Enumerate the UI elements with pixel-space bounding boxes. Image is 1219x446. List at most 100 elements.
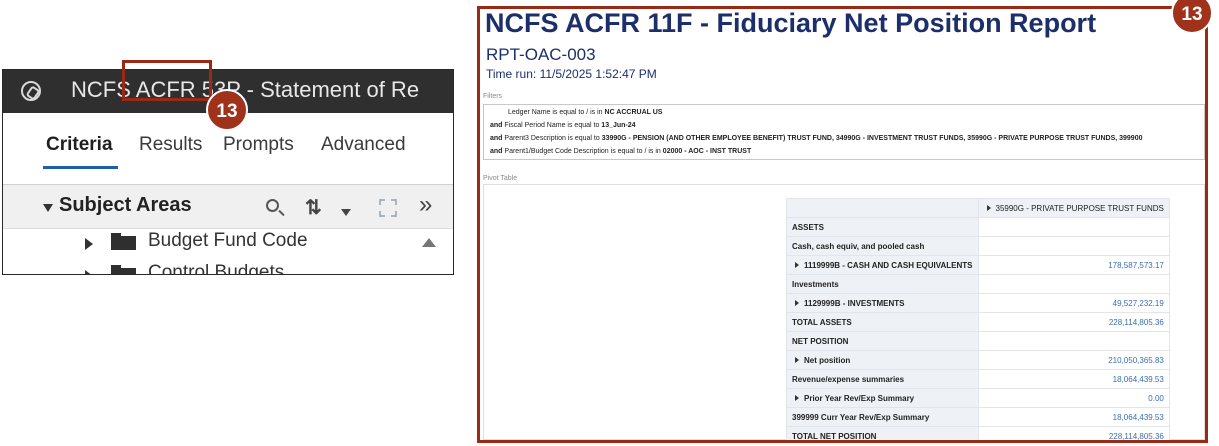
pivot-row-label: TOTAL NET POSITION — [786, 426, 979, 441]
filter-text: Parent1/Budget Code Description is equal… — [504, 148, 661, 155]
row-label-text: Investments — [792, 279, 839, 289]
tab-prompts[interactable]: Prompts — [223, 133, 294, 157]
pivot-header-row: 35990G - PRIVATE PURPOSE TRUST FUNDS — [786, 198, 1170, 218]
pivot-value-cell — [977, 236, 1170, 256]
pivot-row: NET POSITION — [786, 331, 1170, 351]
pivot-row-label: TOTAL ASSETS — [786, 312, 979, 332]
pivot-value-cell[interactable]: 18,064,439.53 — [977, 369, 1170, 389]
expand-arrow-icon[interactable] — [795, 357, 799, 364]
pivot-row-label[interactable]: 1119999B - CASH AND CASH EQUIVALENTS — [786, 255, 979, 275]
row-label-text: Prior Year Rev/Exp Summary — [804, 393, 915, 403]
subject-areas-title: Subject Areas — [59, 194, 192, 216]
pivot-corner-cell — [786, 198, 979, 218]
filter-value: 33990G - PENSION (AND OTHER EMPLOYEE BEN… — [601, 135, 1143, 142]
scroll-up-arrow-icon[interactable] — [422, 238, 436, 247]
subject-areas-header: Subject Areas ⇅ » — [3, 185, 453, 229]
tab-results[interactable]: Results — [139, 133, 202, 157]
row-label-text: 1129999B - INVESTMENTS — [804, 298, 905, 308]
tree-item-budget-fund-code[interactable]: Budget Fund Code — [3, 226, 453, 260]
tree-item-label: Budget Fund Code — [148, 230, 308, 251]
pivot-value-cell[interactable]: 228,114,805.36 — [977, 312, 1170, 332]
sort-icon[interactable]: ⇅ — [305, 195, 322, 220]
pivot-row: TOTAL ASSETS 228,114,805.36 — [786, 312, 1170, 332]
filter-value: NC ACCRUAL US — [604, 109, 663, 116]
report-time-run: Time run: 11/5/2025 1:52:47 PM — [486, 67, 657, 81]
pivot-value-cell — [977, 331, 1170, 351]
pivot-row: TOTAL NET POSITION 228,114,805.36 — [786, 426, 1170, 441]
row-label-text: NET POSITION — [792, 336, 849, 346]
pivot-row-label: 399999 Curr Year Rev/Exp Summary — [786, 407, 979, 427]
pivot-table-label: Pivot Table — [483, 175, 518, 182]
search-icon[interactable] — [266, 199, 279, 212]
pivot-value-cell — [977, 217, 1170, 237]
filter-text: Parent3 Description is equal to — [504, 135, 600, 142]
pivot-row: ASSETS — [786, 217, 1170, 237]
collapse-triangle-icon[interactable] — [43, 204, 53, 212]
report-title: NCFS ACFR 11F - Fiduciary Net Position R… — [485, 8, 1097, 38]
filter-prefix: and — [490, 148, 503, 155]
row-label-text: 1119999B - CASH AND CASH EQUIVALENTS — [804, 260, 973, 270]
pivot-row: Investments — [786, 274, 1170, 294]
pivot-row-label: Revenue/expense summaries — [786, 369, 979, 389]
pivot-value-cell — [977, 274, 1170, 294]
report-results-panel: NCFS ACFR 11F - Fiduciary Net Position R… — [477, 6, 1208, 443]
pivot-row: Prior Year Rev/Exp Summary 0.00 — [786, 388, 1170, 408]
row-label-text: TOTAL NET POSITION — [792, 431, 877, 441]
tab-criteria[interactable]: Criteria — [46, 133, 113, 157]
results-tab-highlight — [122, 60, 212, 101]
filter-line: and Parent1/Budget Code Description is e… — [490, 148, 751, 155]
tree-item-control-budgets[interactable]: Control Budgets — [3, 258, 453, 275]
pivot-row: Cash, cash equiv, and pooled cash — [786, 236, 1170, 256]
row-label-text: ASSETS — [792, 222, 825, 232]
pivot-row: Net position 210,050,365.83 — [786, 350, 1170, 370]
pivot-row-label[interactable]: 1129999B - INVESTMENTS — [786, 293, 979, 313]
select-columns-icon[interactable] — [379, 199, 397, 217]
pivot-row-label: NET POSITION — [786, 331, 979, 351]
folder-icon — [111, 233, 136, 250]
filter-prefix: and — [490, 135, 503, 142]
report-code: RPT-OAC-003 — [486, 45, 596, 64]
pivot-value-cell[interactable]: 178,587,573.17 — [977, 255, 1170, 275]
pivot-row-label: Cash, cash equiv, and pooled cash — [786, 236, 979, 256]
step-badge: 13 — [206, 89, 248, 131]
active-tab-indicator — [43, 166, 118, 169]
pivot-row-label: Investments — [786, 274, 979, 294]
expand-arrow-icon[interactable] — [795, 262, 799, 269]
folder-icon — [111, 265, 136, 274]
expand-arrow-icon[interactable] — [85, 238, 93, 250]
pivot-column-header[interactable]: 35990G - PRIVATE PURPOSE TRUST FUNDS — [977, 198, 1170, 218]
analysis-icon — [21, 81, 41, 101]
double-chevron-right-icon[interactable]: » — [419, 191, 432, 219]
pivot-value-cell[interactable]: 18,064,439.53 — [977, 407, 1170, 427]
pivot-row: 399999 Curr Year Rev/Exp Summary 18,064,4… — [786, 407, 1170, 427]
row-label-text: Revenue/expense summaries — [792, 374, 905, 384]
filter-line: and Parent3 Description is equal to 3399… — [490, 135, 1143, 142]
pivot-row: 1119999B - CASH AND CASH EQUIVALENTS 178,… — [786, 255, 1170, 275]
expand-arrow-icon[interactable] — [85, 270, 93, 274]
pivot-value-cell[interactable]: 49,527,232.19 — [977, 293, 1170, 313]
filter-text: Ledger Name is equal to / is in — [508, 109, 603, 116]
filters-box: Ledger Name is equal to / is in NC ACCRU… — [483, 104, 1205, 160]
filter-line: and Fiscal Period Name is equal to 13_Ju… — [490, 122, 636, 129]
expand-arrow-icon[interactable] — [986, 205, 991, 212]
row-label-text: Net position — [804, 355, 851, 365]
chevron-down-icon[interactable] — [341, 209, 351, 216]
expand-arrow-icon[interactable] — [795, 395, 799, 402]
row-label-text: 399999 Curr Year Rev/Exp Summary — [792, 412, 930, 422]
pivot-value-cell[interactable]: 210,050,365.83 — [977, 350, 1170, 370]
expand-arrow-icon[interactable] — [795, 300, 799, 307]
pivot-value-cell[interactable]: 0.00 — [977, 388, 1170, 408]
tree-item-label: Control Budgets — [148, 262, 285, 275]
tab-advanced[interactable]: Advanced — [321, 133, 406, 157]
filter-value: 02000 - AOC - INST TRUST — [662, 148, 752, 155]
row-label-text: Cash, cash equiv, and pooled cash — [792, 241, 925, 251]
pivot-row-label[interactable]: Prior Year Rev/Exp Summary — [786, 388, 979, 408]
column-header-label: 35990G - PRIVATE PURPOSE TRUST FUNDS — [995, 203, 1164, 213]
pivot-row-label[interactable]: Net position — [786, 350, 979, 370]
filters-section-label: Filters — [483, 93, 503, 100]
pivot-table: 35990G - PRIVATE PURPOSE TRUST FUNDS ASS… — [786, 198, 1170, 441]
filter-value: 13_Jun-24 — [601, 122, 636, 129]
pivot-value-cell[interactable]: 228,114,805.36 — [977, 426, 1170, 440]
pivot-row-label: ASSETS — [786, 217, 979, 237]
row-label-text: TOTAL ASSETS — [792, 317, 852, 327]
